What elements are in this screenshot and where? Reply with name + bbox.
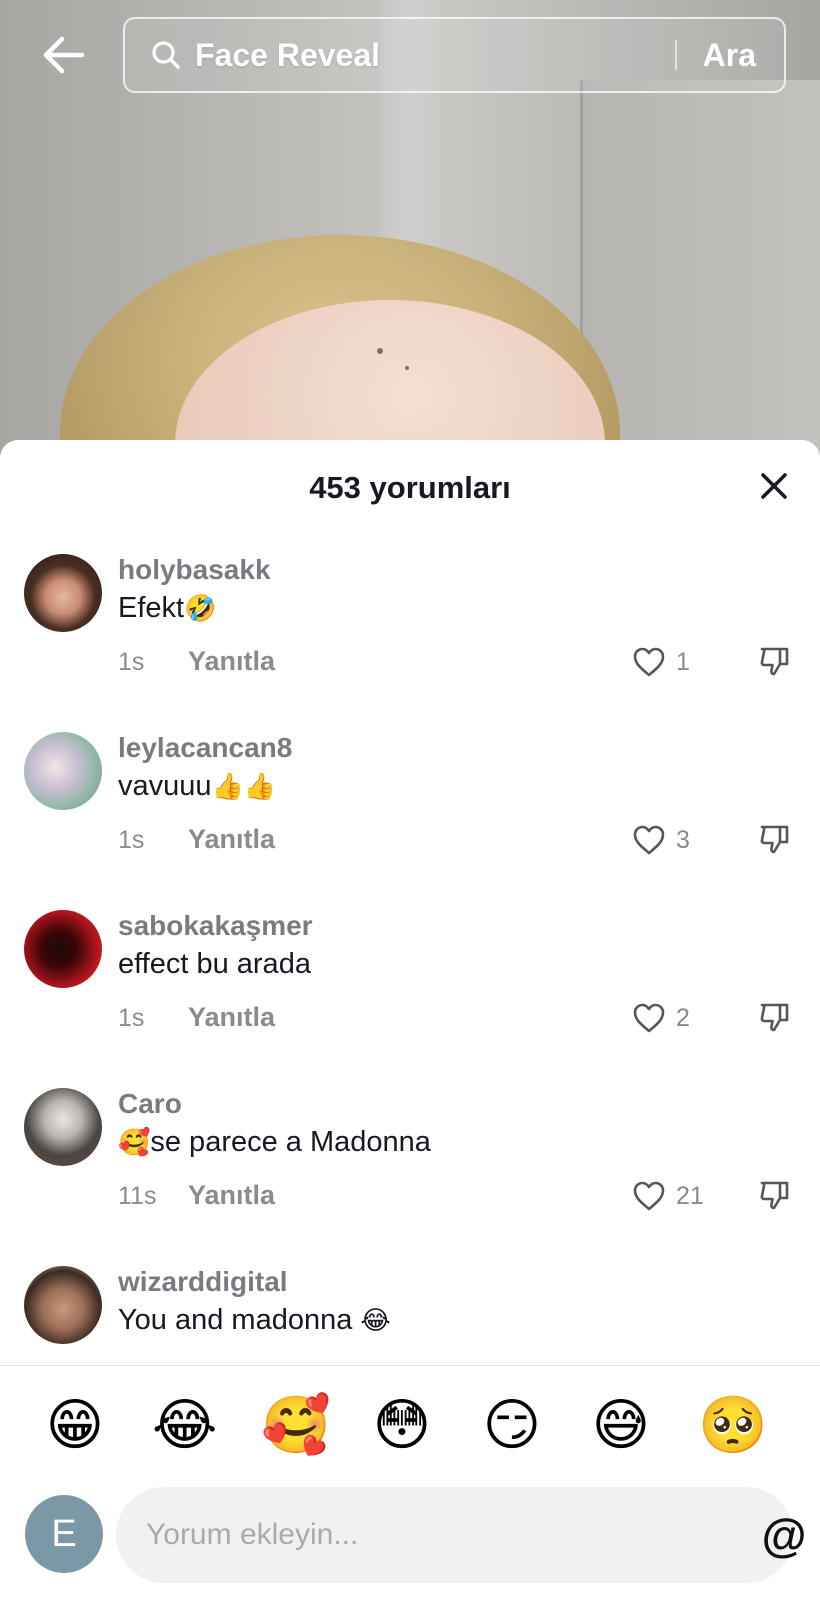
dislike-button[interactable]	[754, 996, 796, 1038]
emoji-grin-button[interactable]: 😁	[43, 1394, 107, 1458]
avatar[interactable]	[24, 1266, 102, 1344]
thumbs-down-icon	[760, 647, 789, 676]
comment-time: 1s	[118, 826, 145, 854]
like-count: 2	[676, 1003, 690, 1032]
heart-icon	[633, 647, 665, 677]
emoji-pleading-button[interactable]: 🥺	[698, 1394, 768, 1458]
comment-emoji: 🥰	[118, 1127, 151, 1157]
dislike-button[interactable]	[754, 818, 796, 860]
avatar[interactable]	[24, 910, 102, 988]
comment-username[interactable]: Caro	[118, 1088, 182, 1120]
comment-emoji: 😂	[360, 1305, 391, 1335]
comment-username[interactable]: wizarddigital	[118, 1266, 288, 1298]
search-bar[interactable]: Face Reveal Ara	[123, 17, 786, 93]
comment-item: sabokakaşmer effect bu arada 1s Yanıtla …	[0, 910, 820, 1090]
comment-text: 🥰se parece a Madonna	[118, 1126, 431, 1159]
avatar[interactable]	[24, 732, 102, 810]
comment-time: 1s	[118, 648, 145, 676]
video-subject-mark	[405, 366, 409, 370]
like-count: 3	[676, 825, 690, 854]
back-button[interactable]	[36, 30, 92, 80]
thumbs-down-icon	[760, 825, 789, 854]
like-button[interactable]: 1	[632, 640, 712, 684]
comment-time: 11s	[118, 1182, 157, 1210]
comment-text: Efekt🤣	[118, 592, 216, 625]
heart-icon	[633, 825, 665, 855]
search-button[interactable]: Ara	[703, 37, 756, 74]
like-count: 21	[676, 1181, 704, 1210]
emoji-tears-of-joy-button[interactable]: 😂	[152, 1394, 217, 1458]
comment-text: vavuuu👍👍	[118, 770, 276, 803]
emoji-sweat-smile-button[interactable]: 😅	[589, 1394, 653, 1458]
reply-button[interactable]: Yanıtla	[188, 824, 275, 855]
comment-text-body: Efekt	[118, 592, 185, 624]
heart-icon	[633, 1003, 665, 1033]
comment-username[interactable]: holybasakk	[118, 554, 271, 586]
comment-text-body: vavuuu	[118, 770, 212, 802]
comment-emoji: 🤣	[184, 593, 217, 623]
dislike-button[interactable]	[754, 640, 796, 682]
like-button[interactable]: 21	[632, 1174, 712, 1218]
comment-input[interactable]	[146, 1487, 616, 1583]
comment-text: effect bu arada	[118, 948, 311, 981]
emoji-hearts-button[interactable]: 🥰	[261, 1394, 331, 1458]
comment-composer: E @	[0, 1487, 820, 1600]
avatar[interactable]	[24, 1088, 102, 1166]
comment-item: leylacancan8 vavuuu👍👍 1s Yanıtla 3	[0, 732, 820, 912]
comment-text-body: effect bu arada	[118, 948, 311, 980]
video-subject-mark	[377, 348, 383, 354]
heart-icon	[633, 1181, 665, 1211]
comment-text-body: se parece a Madonna	[150, 1126, 431, 1158]
search-divider	[674, 40, 677, 70]
reply-button[interactable]: Yanıtla	[188, 1180, 275, 1211]
emoji-smirk-button[interactable]: 😏	[480, 1394, 544, 1458]
search-icon	[151, 39, 183, 71]
avatar[interactable]	[24, 554, 102, 632]
thumbs-down-icon	[760, 1003, 789, 1032]
search-query[interactable]: Face Reveal	[195, 37, 675, 74]
comment-item: holybasakk Efekt🤣 1s Yanıtla 1	[0, 554, 820, 734]
comment-item: wizarddigital You and madonna 😂	[0, 1266, 820, 1365]
emoji-flushed-button[interactable]: 😳	[370, 1394, 434, 1458]
comment-time: 1s	[118, 1004, 145, 1032]
comment-emoji: 👍👍	[211, 771, 277, 801]
dislike-button[interactable]	[754, 1174, 796, 1216]
like-button[interactable]: 2	[632, 996, 712, 1040]
thumbs-down-icon	[760, 1181, 789, 1210]
comment-text-body: You and madonna	[118, 1304, 361, 1336]
comment-text: You and madonna 😂	[118, 1304, 391, 1337]
reply-button[interactable]: Yanıtla	[188, 646, 275, 677]
comment-item: Caro 🥰se parece a Madonna 11s Yanıtla 21	[0, 1088, 820, 1268]
back-arrow-icon	[43, 36, 85, 74]
like-count: 1	[676, 647, 690, 676]
comment-input-container[interactable]: @	[116, 1487, 806, 1583]
emoji-quick-bar: 😁 😂 🥰 😳 😏 😅 🥺	[0, 1365, 820, 1487]
comment-list[interactable]: holybasakk Efekt🤣 1s Yanıtla 1 leylacanc…	[0, 440, 820, 1365]
current-user-avatar[interactable]: E	[25, 1495, 103, 1573]
mention-button[interactable]: @	[756, 1506, 812, 1564]
comment-username[interactable]: sabokakaşmer	[118, 910, 313, 942]
comment-username[interactable]: leylacancan8	[118, 732, 292, 764]
like-button[interactable]: 3	[632, 818, 712, 862]
app-screen: Face Reveal Ara 453 yorumları holybasakk…	[0, 0, 820, 1600]
reply-button[interactable]: Yanıtla	[188, 1002, 275, 1033]
